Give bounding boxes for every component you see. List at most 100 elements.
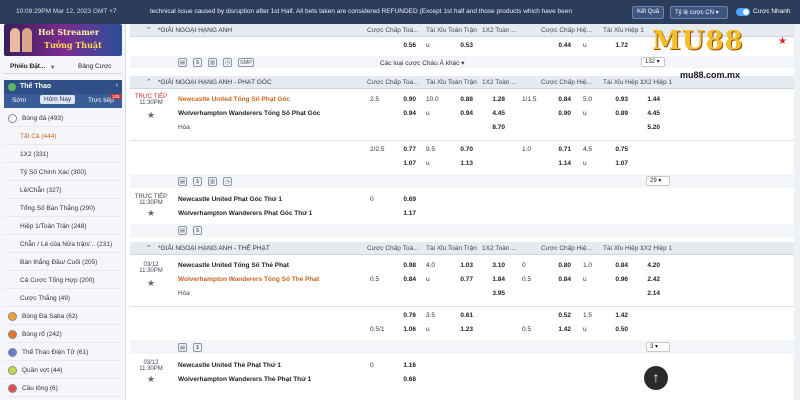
sidebar-item[interactable]: Bóng đá (493) — [4, 110, 122, 127]
match-time: 11:30PM — [139, 100, 163, 106]
home-team: Newcastle United Thẻ Phạt Thứ 1 — [178, 362, 281, 369]
slip-tabs: Phiếu Đặt... ▾ Bảng Cược — [4, 60, 122, 74]
match-block: TRỰC TIẾP 11:30PM ★ Newcastle United Tổn… — [130, 90, 800, 186]
scrollbar[interactable] — [794, 24, 800, 400]
smp-icon[interactable]: SMP — [238, 58, 254, 67]
sidebar-item[interactable]: Bàn thắng Đầu/ Cuối (205) — [4, 254, 122, 271]
live-count-badge: 105 — [111, 94, 121, 99]
sidebar-item-label: Lẻ/Chẵn (327) — [20, 187, 62, 194]
clock-icon[interactable]: ◷ — [223, 177, 232, 186]
tab-bet-list[interactable]: Bảng Cược — [78, 63, 112, 70]
stats-icon[interactable]: ▤ — [178, 177, 187, 186]
away-team: Wolverhampton Wanderers Thẻ Phạt Thứ 1 — [178, 376, 312, 383]
chevron-up-icon[interactable]: ⌃ — [146, 26, 152, 34]
brand-url: mu88.com.mx — [680, 70, 741, 80]
tab-early[interactable]: Sớm — [12, 97, 26, 104]
hot-streamer-banner[interactable]: Hot Streamer Tưởng Thuật — [4, 24, 122, 56]
away-team: Wolverhampton Wanderers Tổng Số Phạt Góc — [178, 110, 321, 117]
tab-today[interactable]: Hôm Nay — [40, 95, 76, 104]
results-button[interactable]: Kết Quả — [632, 6, 665, 19]
sports-icon — [8, 83, 16, 91]
sidebar-item[interactable]: Cược Thắng (49) — [4, 290, 122, 307]
banner-subtitle: Tưởng Thuật — [44, 40, 102, 50]
sport-icon — [8, 384, 17, 393]
sidebar-item-label: Tổng Số Bàn Thắng (290) — [20, 205, 96, 212]
chart-icon[interactable]: ▥ — [208, 58, 217, 67]
page-select[interactable]: 29 ▾ — [646, 176, 670, 186]
sidebar-item-label: Thể Thao Điện Tử (61) — [22, 349, 89, 356]
sidebar-item[interactable]: Quần vợt (44) — [4, 362, 122, 379]
sidebar-item-label: Quần vợt (44) — [22, 367, 63, 374]
chevron-down-icon: ▾ — [715, 10, 719, 16]
home-team: Newcastle United Tổng Số Thẻ Phạt — [178, 262, 289, 269]
away-team: Wolverhampton Wanderers Tổng Số Thẻ Phạt — [178, 276, 320, 283]
match-time: 11:30PM — [139, 366, 163, 372]
sidebar-item-label: Bóng Đá Saba (62) — [22, 313, 78, 320]
quick-bet-toggle[interactable] — [736, 8, 750, 16]
favorite-star-icon[interactable]: ★ — [147, 208, 155, 219]
favorite-star-icon[interactable]: ★ — [147, 278, 155, 289]
chevron-up-icon[interactable]: ⌃ — [146, 78, 152, 86]
home-team: Newcastle United Phạt Góc Thứ 1 — [178, 196, 283, 203]
other-asian-bets-select[interactable]: Các loại cược Châu Á khác ▾ — [380, 59, 465, 67]
match-block: 03/12 11:30PM ★ Newcastle United Thẻ Phạ… — [130, 358, 800, 398]
sidebar-item[interactable]: Cả Cược Tổng Hợp (200) — [4, 272, 122, 289]
chevron-left-icon[interactable]: ‹ — [116, 82, 118, 89]
sidebar-item[interactable]: Tất Cả (444) — [4, 128, 122, 145]
streamer-avatar — [22, 28, 32, 52]
sidebar-item-label: Cược Thắng (49) — [20, 295, 71, 302]
stats-icon[interactable]: ▤ — [178, 226, 187, 235]
sidebar-item-label: 1X2 (331) — [20, 151, 49, 158]
quick-bet-label: Cược Nhanh — [753, 8, 791, 15]
page-select[interactable]: 3 ▾ — [646, 342, 670, 352]
draw-label: Hòa — [178, 124, 190, 131]
dollar-icon[interactable]: $ — [193, 226, 202, 235]
banner-title: Hot Streamer — [38, 27, 100, 37]
tab-bet-slip[interactable]: Phiếu Đặt... — [10, 63, 45, 70]
league-header[interactable]: ⌃ *GIẢI NGOẠI HẠNG ANH - THẺ PHẠT Cược C… — [130, 242, 800, 255]
sidebar-item[interactable]: Thể Thao Điện Tử (61) — [4, 344, 122, 361]
clock-icon[interactable]: ◷ — [223, 58, 232, 67]
sidebar-item[interactable]: Hiệp 1/Toàn Trận (248) — [4, 218, 122, 235]
announcement-ticker[interactable]: technical issue caused by disruption aft… — [150, 8, 620, 15]
sidebar-item-label: Tất Cả (444) — [20, 133, 57, 140]
odds-format-select[interactable]: Tỷ lệ cược CN ▾ — [670, 6, 728, 19]
sidebar-item[interactable]: Chẵn / Lẻ của Nửa trận/... (231) — [4, 236, 122, 253]
sidebar-item[interactable]: Tỷ Số Chính Xác (300) — [4, 164, 122, 181]
sidebar-item[interactable]: Cầu lông (6) — [4, 380, 122, 397]
scroll-to-top-button[interactable]: ↑ — [644, 366, 668, 390]
sidebar-item[interactable]: Tổng Số Bàn Thắng (290) — [4, 200, 122, 217]
sidebar-item[interactable]: 1X2 (331) — [4, 146, 122, 163]
favorite-star-icon[interactable]: ★ — [147, 374, 155, 385]
chart-icon[interactable]: ▥ — [208, 177, 217, 186]
sidebar-item-label: Bóng đá (493) — [22, 115, 64, 122]
sidebar-item-label: Cả Cược Tổng Hợp (200) — [20, 277, 95, 284]
home-team: Newcastle United Tổng Số Phạt Góc — [178, 96, 290, 103]
market-icons: ▤ $ ▥ ◷ — [178, 177, 238, 189]
sport-icon — [8, 114, 17, 123]
sport-icon — [8, 312, 17, 321]
market-links-row: ▤ $ 3 ▾ — [130, 340, 800, 354]
tab-live[interactable]: Trực tiếp — [88, 97, 114, 104]
streamer-avatar — [10, 28, 20, 52]
match-time: 11:30PM — [139, 200, 163, 206]
sidebar-item-label: Chẵn / Lẻ của Nửa trận/... (231) — [20, 241, 113, 248]
market-icons: ▤ $ — [178, 343, 208, 355]
sidebar-item-label: Tỷ Số Chính Xác (300) — [20, 169, 87, 176]
stats-icon[interactable]: ▤ — [178, 343, 187, 352]
stats-icon[interactable]: ▤ — [178, 58, 187, 67]
sports-header[interactable]: Thể Thao ‹ — [4, 80, 122, 94]
dollar-icon[interactable]: $ — [193, 58, 202, 67]
datetime: 10:09:29PM Mar 12, 2023 GMT +7 — [16, 8, 117, 15]
sport-icon — [8, 348, 17, 357]
dollar-icon[interactable]: $ — [193, 177, 202, 186]
sidebar-item[interactable]: Lẻ/Chẵn (327) — [4, 182, 122, 199]
dollar-icon[interactable]: $ — [193, 343, 202, 352]
sidebar-item[interactable]: Bóng Đá Saba (62) — [4, 308, 122, 325]
favorite-star-icon[interactable]: ★ — [147, 110, 155, 121]
sidebar-item-label: Bàn thắng Đầu/ Cuối (205) — [20, 259, 98, 266]
time-tabs: Sớm Hôm Nay Trực tiếp 105 — [4, 94, 122, 108]
sidebar-item[interactable]: Bóng rổ (242) — [4, 326, 122, 343]
chevron-down-icon[interactable]: ▾ — [51, 63, 54, 71]
chevron-up-icon[interactable]: ⌃ — [146, 244, 152, 252]
